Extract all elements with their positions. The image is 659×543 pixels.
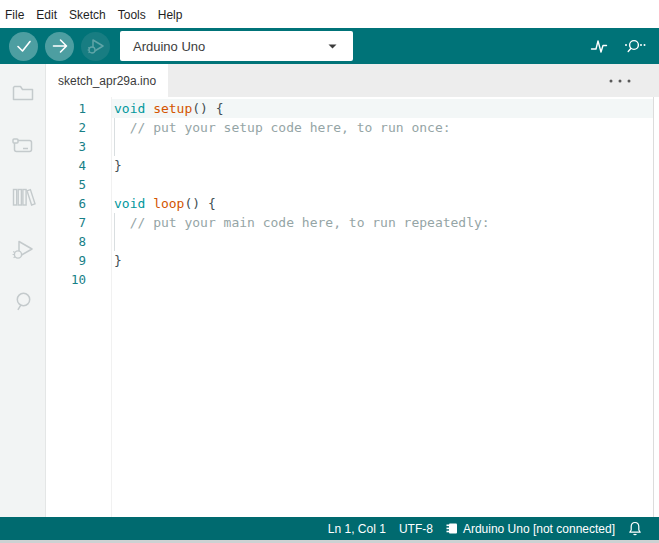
menu-file[interactable]: File [0, 3, 30, 25]
encoding[interactable]: UTF-8 [399, 522, 433, 536]
board-selector[interactable]: Arduino Uno [120, 31, 353, 61]
cursor-position[interactable]: Ln 1, Col 1 [328, 522, 386, 536]
serial-monitor-icon [622, 35, 646, 57]
menu-help[interactable]: Help [152, 3, 189, 25]
verify-button[interactable] [9, 32, 38, 61]
indent-guide [114, 232, 115, 251]
line-number: 7 [46, 213, 86, 232]
code-editor[interactable]: 12345678910 void setup() { // put your s… [46, 97, 659, 517]
code-line-2[interactable]: // put your setup code here, to run once… [112, 118, 653, 137]
board-selector-value: Arduino Uno [133, 39, 328, 54]
serial-plotter-icon [588, 35, 610, 57]
sidebar-library-manager-button[interactable] [0, 171, 46, 223]
sidebar-search-button[interactable] [0, 275, 46, 327]
status-bar: Ln 1, Col 1 UTF-8 Arduino Uno [not conne… [0, 517, 659, 540]
indent-guide [114, 213, 115, 232]
code-line-6[interactable]: void loop() { [112, 194, 653, 213]
line-number: 10 [46, 270, 86, 289]
library-icon [10, 184, 36, 210]
debug-icon [85, 35, 107, 57]
code-line-7[interactable]: // put your main code here, to run repea… [112, 213, 653, 232]
code-line-1[interactable]: void setup() { [112, 99, 653, 118]
board-status-label: Arduino Uno [not connected] [463, 522, 615, 536]
menu-tools[interactable]: Tools [112, 3, 152, 25]
search-icon [10, 288, 36, 314]
code-line-4[interactable]: } [112, 156, 653, 175]
tab-sketch[interactable]: sketch_apr29a.ino [46, 64, 168, 97]
debug-icon [9, 235, 37, 263]
code-line-9[interactable]: } [112, 251, 653, 270]
tab-bar: sketch_apr29a.ino [46, 64, 659, 97]
menu-edit[interactable]: Edit [30, 3, 63, 25]
code-line-3[interactable] [112, 137, 653, 156]
sidebar-boards-manager-button[interactable] [0, 119, 46, 171]
ellipsis-icon [608, 78, 632, 84]
arduino-ide-window: File Edit Sketch Tools Help Arduino Uno [0, 0, 659, 543]
board-status[interactable]: Arduino Uno [not connected] [446, 522, 615, 536]
sidebar-sketchbook-button[interactable] [0, 67, 46, 119]
line-number: 2 [46, 118, 86, 137]
indent-guide [114, 118, 115, 137]
line-number: 3 [46, 137, 86, 156]
chip-icon [446, 522, 459, 535]
debug-button[interactable] [81, 32, 110, 61]
tab-label: sketch_apr29a.ino [58, 74, 156, 88]
menu-bar: File Edit Sketch Tools Help [0, 0, 659, 28]
serial-monitor-button[interactable] [619, 31, 649, 61]
notifications-button[interactable] [628, 521, 642, 536]
line-number: 5 [46, 175, 86, 194]
line-number: 4 [46, 156, 86, 175]
sidebar-debug-button[interactable] [0, 223, 46, 275]
toolbar: Arduino Uno [0, 28, 659, 64]
activity-sidebar [0, 64, 46, 517]
indent-guide [114, 137, 115, 156]
check-icon [14, 36, 34, 56]
line-number: 6 [46, 194, 86, 213]
serial-plotter-button[interactable] [584, 31, 614, 61]
code-line-10[interactable] [112, 270, 653, 289]
line-number: 9 [46, 251, 86, 270]
board-icon [10, 132, 36, 158]
folder-icon [10, 80, 36, 106]
upload-button[interactable] [45, 32, 74, 61]
code-line-8[interactable] [112, 232, 653, 251]
chevron-down-icon [328, 44, 337, 49]
arrow-right-icon [50, 36, 70, 56]
editor-lines[interactable]: void setup() { // put your setup code he… [112, 97, 654, 517]
line-number: 8 [46, 232, 86, 251]
bell-icon [628, 521, 642, 536]
editor-gutter: 12345678910 [46, 97, 112, 517]
line-number: 1 [46, 99, 86, 118]
menu-sketch[interactable]: Sketch [63, 3, 112, 25]
code-line-5[interactable] [112, 175, 653, 194]
tab-more-button[interactable] [608, 64, 659, 97]
